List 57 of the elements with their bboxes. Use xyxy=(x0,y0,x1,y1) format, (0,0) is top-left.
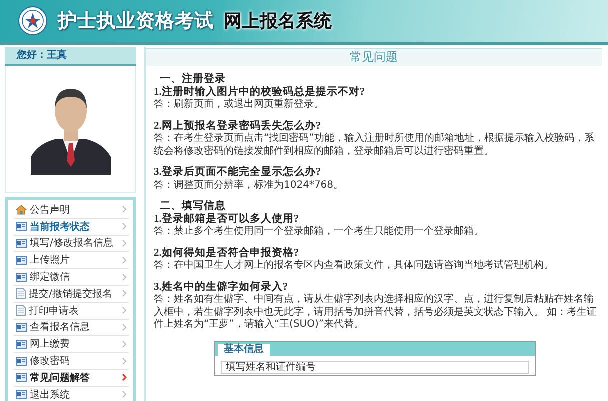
menu-item[interactable]: 查看报名信息 xyxy=(14,320,129,336)
menu-item[interactable]: 常见问题解答 xyxy=(14,370,129,387)
menu-item[interactable]: 网上缴费 xyxy=(14,336,129,354)
greeting-text: 您好：王真 xyxy=(5,47,136,66)
answer-text: 答：姓名如有生僻字、中间有点，请从生僻字列表内选择相应的汉字、点，进行复制后粘贴在姓名输入框中，若生僻字列表中也无此字，请用括号加拼音代替，括号必须是英文状态下输入。 如：考生证件上姓名为“王萝”，请输入“王(SUO)”来代替。 xyxy=(154,294,598,332)
site-subtitle: 网上报名系统 xyxy=(224,10,332,33)
menu-item[interactable]: 填写/修改报名信息 xyxy=(14,236,129,252)
document-icon xyxy=(16,288,26,300)
menu-item[interactable]: 修改密码 xyxy=(14,353,129,370)
question-text: 2.网上预报名登录密码丢失怎么办? xyxy=(154,120,322,132)
id-card-icon xyxy=(16,256,27,265)
chevron-icon xyxy=(122,324,127,331)
menu-item[interactable]: 公告声明 xyxy=(14,202,129,219)
house-icon xyxy=(16,204,27,215)
chevron-icon xyxy=(122,274,127,281)
document-icon xyxy=(16,305,26,316)
question-text: 3.姓名中的生僻字如何录入? xyxy=(154,282,290,294)
logo-icon xyxy=(18,6,48,36)
panel-title: 常见问题 xyxy=(146,48,602,66)
answer-text: 答：刷新页面，或退出网页重新登录。 xyxy=(154,99,325,112)
id-card-icon xyxy=(16,238,27,248)
chevron-icon xyxy=(122,240,127,247)
menu-item[interactable]: 当前报考状态 xyxy=(14,218,129,236)
question-text: 2.如何得知是否符合申报资格? xyxy=(154,248,300,260)
id-card-icon xyxy=(16,390,27,400)
chevron-icon xyxy=(122,374,127,382)
answer-text: 答：调整页面分辨率，标准为1024*768。 xyxy=(154,180,345,192)
id-card-icon xyxy=(16,356,27,366)
section-heading: 一、注册登录 xyxy=(160,74,227,86)
answer-text: 答：在考生登录页面点击“找回密码”功能，输入注册时所使用的邮箱地址，根据提示输入校验码，系统会将修改密码的链接发邮件到相应的邮箱，登录邮箱后可以进行密码重置。 xyxy=(154,133,596,158)
tab[interactable]: 基本信息 xyxy=(218,344,270,356)
id-card-icon xyxy=(16,340,27,349)
id-card-icon xyxy=(16,373,27,382)
menu-item[interactable]: 提交/撤销提交报名 xyxy=(14,286,129,303)
menu-item[interactable]: 上传照片 xyxy=(14,252,129,270)
chevron-icon xyxy=(122,340,127,348)
id-card-icon xyxy=(16,222,27,232)
chevron-icon xyxy=(122,358,127,365)
question-text: 3.登录后页面不能完全显示怎么办? xyxy=(154,167,322,180)
id-card-icon xyxy=(16,272,27,282)
answer-text: 答：禁止多个考生使用同一个登录邮箱，一个考生只能使用一个登录邮箱。 xyxy=(154,226,485,238)
menu-item[interactable]: 绑定微信 xyxy=(14,269,129,286)
site-title: 护士执业资格考试 xyxy=(58,9,214,34)
chevron-icon xyxy=(122,256,127,264)
menu-item[interactable]: 退出系统 xyxy=(14,386,129,401)
chevron-icon xyxy=(122,206,127,214)
question-text: 1.登录邮箱是否可以多人使用? xyxy=(154,214,300,226)
answer-text: 答：在中国卫生人才网上的报名专区内查看政策文件，具体问题请咨询当地考试管理机构。 xyxy=(154,260,555,272)
menu-item[interactable]: 打印申请表 xyxy=(14,302,129,320)
input-field[interactable]: 填写姓名和证件编号 xyxy=(221,360,529,374)
id-card-icon xyxy=(16,322,27,332)
section-heading: 二、填写信息 xyxy=(160,201,227,213)
question-text: 1.注册时输入图片中的校验码总是提示不对? xyxy=(154,86,366,98)
chevron-icon xyxy=(122,223,127,230)
chevron-icon xyxy=(122,307,127,314)
chevron-icon xyxy=(122,391,127,398)
chevron-icon xyxy=(122,290,127,298)
